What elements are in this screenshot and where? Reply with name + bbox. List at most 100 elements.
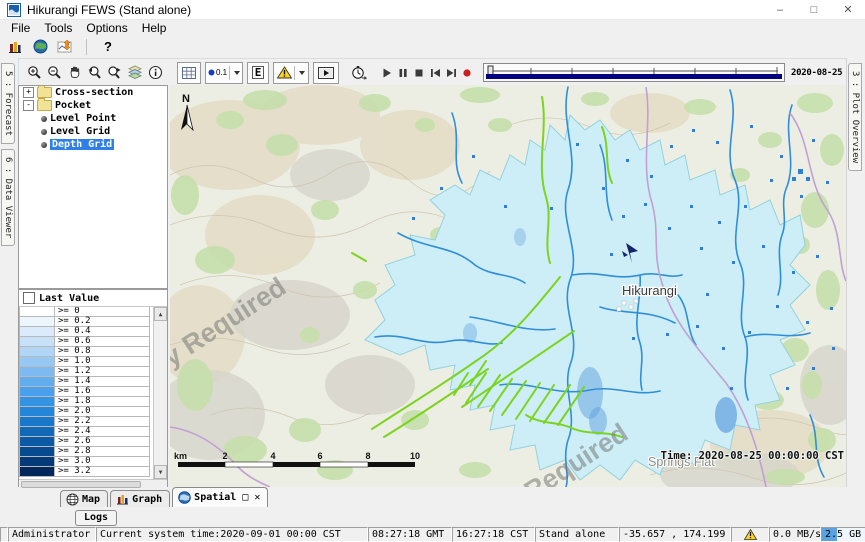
legend-color-swatch: [19, 417, 55, 427]
scroll-down-icon[interactable]: ▼: [154, 465, 167, 479]
status-memory-usage: 2.5 GB: [821, 527, 865, 542]
tree-node-label: Level Grid: [50, 126, 110, 137]
scroll-up-icon[interactable]: ▲: [154, 307, 167, 321]
legend-row[interactable]: >= 0.4: [19, 327, 167, 337]
menu-bar: File Tools Options Help: [0, 20, 865, 36]
legend-color-swatch: [19, 407, 55, 417]
close-button[interactable]: ✕: [831, 0, 865, 19]
spatial-map-canvas[interactable]: API Key Required API Key Required Hikura…: [170, 85, 846, 487]
tree-node-level-grid[interactable]: Level Grid: [19, 125, 167, 138]
zoom-in-icon[interactable]: [25, 63, 45, 83]
thresholds-warning-dropdown[interactable]: [273, 62, 309, 84]
zoom-next-icon[interactable]: [105, 63, 125, 83]
tab-maximize-icon[interactable]: □: [242, 492, 248, 503]
legend-row[interactable]: >= 0.2: [19, 317, 167, 327]
window-title: Hikurangi FEWS (Stand alone): [27, 3, 191, 17]
menu-file[interactable]: File: [4, 21, 37, 35]
app-icon: [7, 3, 21, 17]
tab-logs[interactable]: Logs: [75, 510, 117, 526]
legend-scrollbar[interactable]: ▲ ▼: [153, 307, 167, 479]
blue-globe-icon: [178, 491, 191, 504]
main-toolbar: ?: [0, 36, 865, 57]
legend-row[interactable]: >= 2.0: [19, 407, 167, 417]
legend-row[interactable]: >= 0.8: [19, 347, 167, 357]
legend-row[interactable]: >= 0: [19, 307, 167, 317]
legend-color-swatch: [19, 397, 55, 407]
legend-row[interactable]: >= 0.6: [19, 337, 167, 347]
minimize-button[interactable]: –: [763, 0, 797, 19]
legend-row[interactable]: >= 1.6: [19, 387, 167, 397]
legend-row[interactable]: >= 1.0: [19, 357, 167, 367]
legend-row[interactable]: >= 2.2: [19, 417, 167, 427]
tab-plot-overview[interactable]: 3 : Plot Overview: [848, 63, 862, 171]
tree-node-level-point[interactable]: Level Point: [19, 112, 167, 125]
status-bar: Administrator Current system time:2020-0…: [0, 527, 865, 542]
record-dot: [463, 69, 470, 76]
animation-movie-button[interactable]: [313, 62, 339, 84]
labels-button[interactable]: E: [247, 62, 269, 84]
layers-icon[interactable]: [125, 63, 145, 83]
timer-settings-icon[interactable]: [349, 63, 369, 83]
legend-color-swatch: [19, 367, 55, 377]
map-globe-icon[interactable]: [30, 37, 50, 57]
grid-display-button[interactable]: [177, 62, 201, 84]
menu-help[interactable]: Help: [135, 21, 174, 35]
tab-spatial-active[interactable]: Spatial □ ✕: [172, 487, 268, 507]
document-tab-bar: Map Graph Spatial □ ✕: [18, 487, 846, 507]
left-tab-strip: 5 : Forecast 6 : Data Viewer: [0, 58, 19, 487]
legend-row[interactable]: >= 1.2: [19, 367, 167, 377]
wireframe-globe-icon: [66, 493, 79, 506]
timeseries-display-icon[interactable]: [55, 37, 75, 57]
legend-row[interactable]: >= 2.4: [19, 427, 167, 437]
legend-title: Last Value: [39, 293, 99, 304]
results-viewer-icon[interactable]: [5, 37, 25, 57]
zoom-out-icon[interactable]: [45, 63, 65, 83]
legend-row[interactable]: >= 1.8: [19, 397, 167, 407]
legend-color-swatch: [19, 337, 55, 347]
legend-color-list: >= 0 >= 0.2 >= 0.4 >= 0.6 >= 0.8 >= 1.0 …: [19, 307, 167, 479]
legend-row[interactable]: >= 1.4: [19, 377, 167, 387]
legend-row[interactable]: >= 2.8: [19, 447, 167, 457]
zoom-previous-icon[interactable]: [85, 63, 105, 83]
skip-to-start-button[interactable]: [427, 65, 443, 81]
skip-to-end-button[interactable]: [443, 65, 459, 81]
status-warning[interactable]: [731, 527, 769, 542]
stop-button[interactable]: [411, 65, 427, 81]
threshold-value: 0.1: [216, 68, 227, 77]
legend-row[interactable]: >= 3.0: [19, 457, 167, 467]
tab-close-icon[interactable]: ✕: [254, 492, 260, 503]
maximize-button[interactable]: □: [797, 0, 831, 19]
menu-options[interactable]: Options: [79, 21, 134, 35]
status-local-time: 16:27:18 CST: [452, 527, 535, 542]
collapse-icon[interactable]: -: [23, 100, 34, 111]
timeline-slider[interactable]: [483, 63, 785, 82]
warning-triangle-icon: [277, 66, 292, 79]
help-icon[interactable]: ?: [98, 37, 118, 57]
timeline-span-bar: [486, 74, 782, 79]
tree-node-depth-grid-selected[interactable]: Depth Grid: [19, 138, 167, 151]
menu-tools[interactable]: Tools: [37, 21, 79, 35]
town-label: Hikurangi: [622, 283, 677, 298]
tab-spatial-label: Spatial: [194, 492, 236, 503]
tree-node-pocket[interactable]: - Pocket: [19, 99, 167, 112]
scale-tick: 8: [365, 451, 370, 461]
tab-graph[interactable]: Graph: [110, 490, 170, 507]
info-icon[interactable]: [145, 63, 165, 83]
tab-map[interactable]: Map: [60, 490, 108, 507]
legend-row[interactable]: >= 2.6: [19, 437, 167, 447]
tab-data-viewer[interactable]: 6 : Data Viewer: [1, 149, 15, 246]
record-button[interactable]: [459, 65, 475, 81]
north-label: N: [182, 93, 190, 105]
scale-tick: 10: [410, 451, 420, 461]
map-rendering: API Key Required API Key Required Hikura…: [170, 85, 846, 487]
expand-icon[interactable]: +: [23, 87, 34, 98]
contour-threshold-dropdown[interactable]: 0.1: [205, 62, 243, 84]
tab-graph-label: Graph: [132, 494, 162, 505]
play-button[interactable]: [379, 65, 395, 81]
last-value-checkbox[interactable]: [23, 292, 35, 304]
legend-row[interactable]: >= 3.2: [19, 467, 167, 477]
tab-forecast[interactable]: 5 : Forecast: [1, 63, 15, 144]
pause-button[interactable]: [395, 65, 411, 81]
pan-hand-icon[interactable]: [65, 63, 85, 83]
tree-node-label-selected: Depth Grid: [50, 139, 114, 150]
